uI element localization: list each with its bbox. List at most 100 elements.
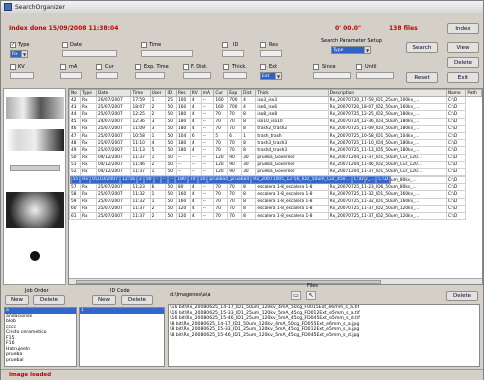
list-item[interactable]: 1	[80, 308, 164, 314]
type-select[interactable]: Rx ▼	[10, 50, 28, 58]
column-header[interactable]: Time	[130, 89, 151, 97]
table-row[interactable]: 61 Rx 25/07/2007 11:37 2 50 120 4 -- 70 70 8 escaler…	[69, 211, 482, 221]
time-field[interactable]	[141, 50, 193, 57]
table-row[interactable]: 58 Rx 25/07/2007 11:32 1 50 160 4 -- 70 70 8 escaler…	[69, 190, 482, 199]
table-cell: 4	[189, 139, 202, 148]
thumbnail-image[interactable]	[6, 129, 64, 151]
table-row[interactable]: 55 Rx 05/10/2007 12:56 2 50 -- -- -- 180 70 10 prueb…	[69, 176, 367, 185]
table-row[interactable]: 47 Rx 25/07/2007 10:58 1 50 104 6 -- 5 6 1 trash_tra…	[69, 131, 482, 141]
until-field[interactable]	[356, 72, 394, 79]
id-field[interactable]	[222, 50, 244, 57]
type-checkbox[interactable]: ✓	[10, 42, 16, 48]
table-row[interactable]: 43 Rx 25/07/2007 18:07 2 50 160 4 -- 160 700 4 iso6_…	[69, 103, 482, 112]
cur-checkbox[interactable]	[96, 64, 102, 70]
kv-checkbox[interactable]	[10, 64, 16, 70]
column-header[interactable]: Description	[327, 89, 447, 97]
files-path: d:\Imagenes\a\a	[170, 292, 211, 298]
table-row[interactable]: 50 Rx 04/12/2007 11:37 1 50 -- -- -- 120 90 30 prueb…	[69, 153, 482, 162]
table-row[interactable]: 48 Rx 25/07/2007 11:10 4 50 180 4 -- 70 70 8 trash3_…	[69, 139, 482, 148]
job-order-new-button[interactable]: New	[5, 295, 29, 305]
job-order-list[interactable]: a andaciones blob cccc Cristo cerametico F15 F…	[4, 307, 77, 367]
until-checkbox[interactable]	[356, 64, 362, 70]
delete-button[interactable]: Delete	[447, 57, 479, 68]
column-header[interactable]: Cur	[213, 89, 229, 97]
thumbnail-image[interactable]	[6, 239, 64, 273]
kv-field[interactable]	[10, 72, 34, 79]
search-button[interactable]: Search	[406, 42, 438, 53]
ma-field[interactable]	[60, 72, 82, 79]
column-header[interactable]: Res	[175, 89, 191, 97]
exit-button[interactable]: Exit	[447, 72, 479, 83]
exp-time-checkbox[interactable]	[135, 64, 141, 70]
search-parameter-select[interactable]: Type ▼	[331, 46, 371, 54]
job-order-delete-button[interactable]: Delete	[33, 295, 65, 305]
pointer-icon[interactable]: ↖	[306, 291, 316, 300]
fdist-field[interactable]	[183, 72, 211, 79]
table-cell: 8	[241, 211, 257, 221]
fdist-checkbox[interactable]	[183, 64, 189, 70]
table-row[interactable]: 45 Rx 24/07/2007 12:36 3 50 180 4 -- 70 70 8 iso10_i…	[69, 117, 482, 126]
table-cell: 104	[175, 131, 191, 141]
folder-icon[interactable]: ▭	[291, 291, 301, 300]
time-checkbox[interactable]	[141, 42, 147, 48]
column-header[interactable]: Exp	[227, 89, 243, 97]
column-header[interactable]: ID	[165, 89, 177, 97]
reset-button[interactable]: Reset	[406, 72, 438, 83]
table-row[interactable]: 52 Rx 04/12/2007 11:37 1 50 -- -- -- 120 90 30 prueb…	[69, 167, 482, 177]
date-field[interactable]	[62, 50, 117, 57]
table-cell: 50	[165, 167, 177, 177]
files-delete-button[interactable]: Delete	[446, 291, 478, 301]
thick-field[interactable]	[223, 72, 247, 79]
id-code-new-button[interactable]: New	[92, 295, 116, 305]
column-header[interactable]: Date	[95, 89, 132, 97]
column-header[interactable]: Thick	[255, 89, 329, 97]
horizontal-scrollbar[interactable]	[69, 278, 482, 284]
table-row[interactable]: 46 Rx 25/07/2007 11:09 3 50 180 4 -- 70 70 8 trash2_…	[69, 124, 482, 133]
column-header[interactable]: Path	[465, 89, 482, 97]
table-row[interactable]: 57 Rx 25/07/2007 11:23 6 50 80 4 -- 70 70 8 escalera…	[69, 183, 482, 192]
thumbnail-image[interactable]	[6, 155, 64, 181]
id-checkbox[interactable]	[222, 42, 228, 48]
table-row[interactable]: 42 Rx 20/07/2007 17:59 1 25 100 4 -- 160 700 4 iso3_…	[69, 95, 482, 105]
scrollbar-thumb[interactable]	[76, 280, 381, 284]
ext-select[interactable]: Ext ▼	[260, 72, 282, 80]
list-item[interactable]: \8 bit\Rx_20080625_15-46_ID1_25um_120kv_…	[169, 333, 479, 339]
ext-checkbox[interactable]	[260, 64, 266, 70]
table-cell: 50	[165, 110, 177, 119]
column-header[interactable]: No	[69, 89, 81, 97]
column-header[interactable]: mA	[200, 89, 215, 97]
thumbnail-image[interactable]	[6, 192, 64, 228]
table-cell: 700	[227, 103, 243, 112]
column-header[interactable]: User	[149, 89, 167, 97]
view-button[interactable]: View	[447, 42, 479, 53]
table-cell: 50	[165, 103, 177, 112]
cur-field[interactable]	[96, 72, 118, 79]
thick-checkbox[interactable]	[223, 64, 229, 70]
index-button[interactable]: Index	[447, 23, 479, 34]
since-field[interactable]	[313, 72, 351, 79]
column-header[interactable]: KV	[189, 89, 202, 97]
thumbnail-image[interactable]	[6, 97, 64, 119]
res-checkbox[interactable]	[260, 42, 266, 48]
column-header[interactable]: Name	[445, 89, 467, 97]
table-row[interactable]: 60 Rx 25/07/2007 11:37 2 50 120 4 -- 70 70 8 escaler…	[69, 204, 482, 214]
table-row[interactable]: 59 Rx 25/07/2007 11:32 1 50 160 4 -- 70 70 8 escaler…	[69, 197, 482, 206]
since-checkbox[interactable]	[313, 64, 319, 70]
table-cell: 25/07/2007	[95, 139, 132, 148]
exp-time-field[interactable]	[135, 72, 165, 79]
table-row[interactable]: 44 Rx 25/07/2007 12:25 2 50 180 4 -- 70 70 8 iso8_is…	[69, 110, 482, 119]
column-header[interactable]: Type	[79, 89, 97, 97]
ma-checkbox[interactable]	[60, 64, 66, 70]
id-code-delete-button[interactable]: Delete	[121, 295, 153, 305]
table-row[interactable]: 49 Rx 25/07/2007 11:13 5 50 180 4 -- 70 70 8 trash4_…	[69, 146, 482, 155]
results-table: No Type Date Time User ID Res KV mA Cur Exp Dist Thi…	[68, 88, 483, 285]
column-header[interactable]: Dist	[241, 89, 257, 97]
date-checkbox[interactable]	[62, 42, 68, 48]
res-field[interactable]	[260, 50, 282, 57]
files-list[interactable]: \16 bit\Rx_20080625_14-17_ID1_50um_120kv…	[168, 304, 480, 367]
id-code-list[interactable]: 1	[79, 307, 165, 367]
table-cell: 70	[213, 204, 229, 214]
id-code-title: ID Code	[110, 288, 130, 294]
list-item[interactable]: pruebal	[5, 358, 76, 364]
table-row[interactable]: 51 Rx 04/12/2007 11:46 2 50 -- -- -- 120 90 30 prueb…	[69, 160, 482, 169]
